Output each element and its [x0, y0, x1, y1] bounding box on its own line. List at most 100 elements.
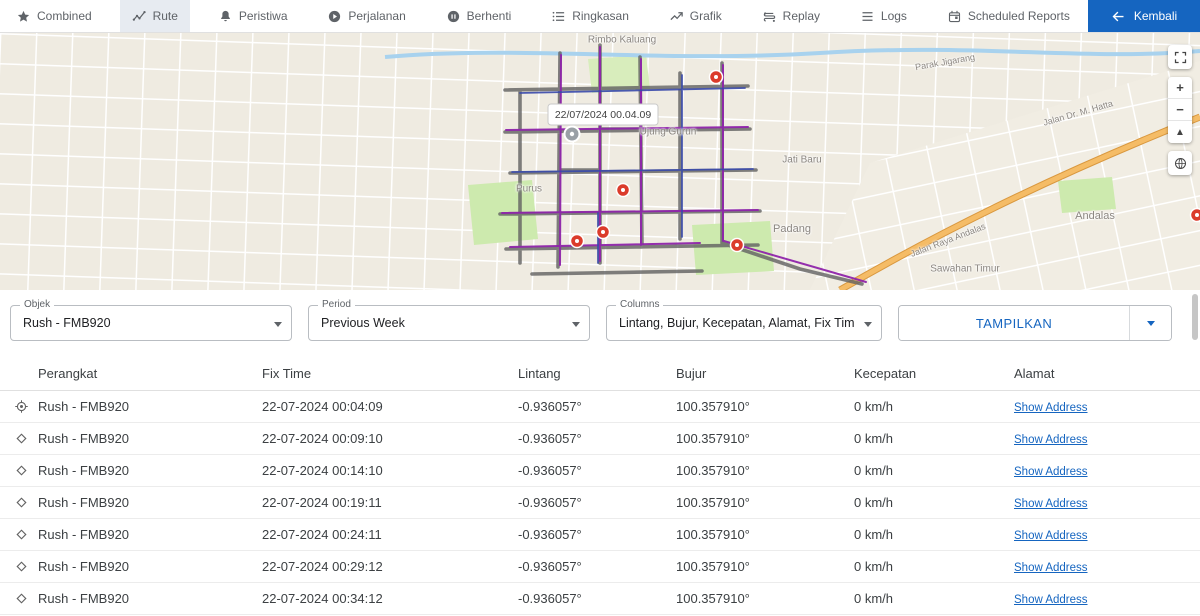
event-marker-icon[interactable] — [710, 71, 723, 84]
tab-ringkasan[interactable]: Ringkasan — [539, 0, 641, 32]
tab-logs[interactable]: Logs — [848, 0, 919, 32]
event-marker-icon[interactable] — [1191, 209, 1200, 222]
cell-lintang: -0.936057° — [518, 527, 676, 542]
objek-select[interactable]: Objek Rush - FMB920 — [10, 305, 292, 341]
tab-rute[interactable]: Rute — [120, 0, 190, 32]
show-address-link[interactable]: Show Address — [1014, 402, 1088, 414]
tab-replay[interactable]: Replay — [750, 0, 832, 32]
tampilkan-dropdown-button[interactable] — [1129, 306, 1171, 340]
show-address-link[interactable]: Show Address — [1014, 466, 1088, 478]
tab-label: Rute — [153, 9, 178, 23]
table-row[interactable]: Rush - FMB92022-07-2024 00:29:12-0.93605… — [0, 551, 1200, 583]
route-icon — [132, 9, 147, 24]
show-address-link[interactable]: Show Address — [1014, 530, 1088, 542]
kembali-back-button[interactable]: Kembali — [1088, 0, 1200, 32]
table-row[interactable]: Rush - FMB92022-07-2024 00:09:10-0.93605… — [0, 423, 1200, 455]
my-location-icon[interactable] — [14, 399, 29, 414]
show-address-link[interactable]: Show Address — [1014, 594, 1088, 606]
table-row[interactable]: Rush - FMB92022-07-2024 00:04:09-0.93605… — [0, 391, 1200, 423]
cell-bujur: 100.357910° — [676, 495, 854, 510]
star-icon — [16, 9, 31, 24]
tab-label: Ringkasan — [572, 9, 629, 23]
tab-scheduled-reports[interactable]: Scheduled Reports — [935, 0, 1082, 32]
header-alamat: Alamat — [1014, 366, 1200, 381]
columns-select[interactable]: Columns Lintang, Bujur, Kecepatan, Alama… — [606, 305, 882, 341]
tab-combined[interactable]: Combined — [4, 0, 104, 32]
objek-select-label: Objek — [20, 299, 54, 311]
cell-lintang: -0.936057° — [518, 495, 676, 510]
replay-route-icon — [762, 9, 777, 24]
tab-label: Logs — [881, 9, 907, 23]
zoom-out-button[interactable]: − — [1168, 99, 1192, 121]
header-bujur: Bujur — [676, 366, 854, 381]
cell-kecepatan: 0 km/h — [854, 431, 1014, 446]
chevron-down-icon — [274, 322, 282, 327]
columns-select-label: Columns — [616, 299, 663, 311]
play-circle-icon — [327, 9, 342, 24]
cell-kecepatan: 0 km/h — [854, 399, 1014, 414]
period-select-value: Previous Week — [321, 316, 405, 330]
table-row[interactable]: Rush - FMB92022-07-2024 00:14:10-0.93605… — [0, 455, 1200, 487]
cell-lintang: -0.936057° — [518, 463, 676, 478]
diamond-marker-icon[interactable] — [14, 495, 29, 510]
pan-up-button[interactable]: ▲ — [1168, 121, 1192, 143]
cell-lintang: -0.936057° — [518, 591, 676, 606]
fullscreen-button[interactable] — [1168, 45, 1192, 69]
tampilkan-button[interactable]: TAMPILKAN — [899, 306, 1129, 340]
cell-bujur: 100.357910° — [676, 559, 854, 574]
table-row[interactable]: Rush - FMB92022-07-2024 00:34:12-0.93605… — [0, 583, 1200, 615]
tab-label: Grafik — [690, 9, 722, 23]
scrollbar-thumb[interactable] — [1192, 294, 1198, 340]
cell-fix-time: 22-07-2024 00:04:09 — [262, 399, 518, 414]
event-marker-icon[interactable] — [571, 235, 584, 248]
diamond-marker-icon[interactable] — [14, 431, 29, 446]
tab-label: Scheduled Reports — [968, 9, 1070, 23]
current-position-marker[interactable] — [565, 127, 580, 142]
diamond-marker-icon[interactable] — [14, 559, 29, 574]
show-address-link[interactable]: Show Address — [1014, 498, 1088, 510]
trending-up-icon — [669, 9, 684, 24]
cell-perangkat: Rush - FMB920 — [38, 591, 262, 606]
chevron-down-icon — [572, 322, 580, 327]
zoom-control: + − ▲ — [1168, 77, 1192, 143]
cell-fix-time: 22-07-2024 00:14:10 — [262, 463, 518, 478]
diamond-marker-icon[interactable] — [14, 591, 29, 606]
cell-perangkat: Rush - FMB920 — [38, 495, 262, 510]
calendar-icon — [947, 9, 962, 24]
event-marker-icon[interactable] — [731, 239, 744, 252]
cell-perangkat: Rush - FMB920 — [38, 527, 262, 542]
fullscreen-icon — [1173, 50, 1188, 65]
arrow-left-icon — [1111, 9, 1126, 24]
table-row[interactable]: Rush - FMB92022-07-2024 00:19:11-0.93605… — [0, 487, 1200, 519]
cell-bujur: 100.357910° — [676, 399, 854, 414]
cell-lintang: -0.936057° — [518, 431, 676, 446]
cell-perangkat: Rush - FMB920 — [38, 431, 262, 446]
tab-label: Perjalanan — [348, 9, 405, 23]
cell-kecepatan: 0 km/h — [854, 463, 1014, 478]
period-select[interactable]: Period Previous Week — [308, 305, 590, 341]
tab-berhenti[interactable]: Berhenti — [434, 0, 524, 32]
tab-bar-items: Combined Rute Peristiwa Perjalanan Berhenti R… — [0, 0, 1088, 32]
event-marker-icon[interactable] — [617, 184, 630, 197]
diamond-marker-icon[interactable] — [14, 463, 29, 478]
tab-perjalanan[interactable]: Perjalanan — [315, 0, 417, 32]
event-marker-icon[interactable] — [597, 226, 610, 239]
show-address-link[interactable]: Show Address — [1014, 434, 1088, 446]
tab-label: Combined — [37, 9, 92, 23]
map[interactable]: 22/07/2024 00.04.09 Rimbo KaluangUjung G… — [0, 33, 1200, 290]
cell-fix-time: 22-07-2024 00:09:10 — [262, 431, 518, 446]
diamond-marker-icon[interactable] — [14, 527, 29, 542]
tab-label: Berhenti — [467, 9, 512, 23]
cell-lintang: -0.936057° — [518, 399, 676, 414]
show-address-link[interactable]: Show Address — [1014, 562, 1088, 574]
report-filters: Objek Rush - FMB920 Period Previous Week… — [0, 290, 1200, 341]
chevron-down-icon — [1147, 321, 1155, 326]
table-row[interactable]: Rush - FMB92022-07-2024 00:24:11-0.93605… — [0, 519, 1200, 551]
vertical-scrollbar[interactable] — [1191, 292, 1199, 616]
globe-icon — [1173, 156, 1188, 171]
tab-peristiwa[interactable]: Peristiwa — [206, 0, 300, 32]
zoom-in-button[interactable]: + — [1168, 77, 1192, 99]
layers-button[interactable] — [1168, 151, 1192, 175]
tab-grafik[interactable]: Grafik — [657, 0, 734, 32]
tab-label: Peristiwa — [239, 9, 288, 23]
